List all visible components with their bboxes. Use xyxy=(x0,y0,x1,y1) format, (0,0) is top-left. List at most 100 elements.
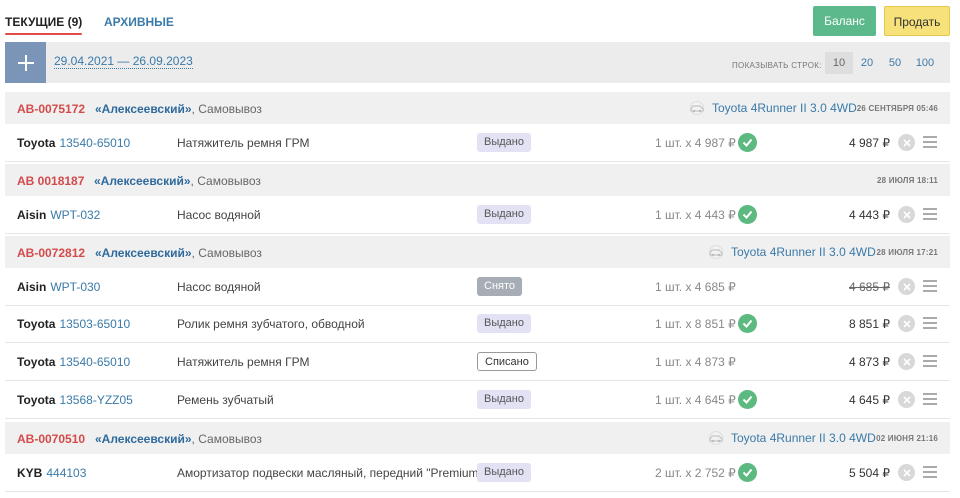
status-badge: Выдано xyxy=(477,463,531,482)
shop-name[interactable]: «Алексеевский» xyxy=(95,246,192,260)
item-quantity-price: 1 шт. x 4 987 ₽ xyxy=(655,136,736,150)
order-shop: «Алексеевский», Самовывоз xyxy=(95,102,262,116)
item-description: Ролик ремня зубчатого, обводной xyxy=(177,317,365,331)
order-shop: «Алексеевский», Самовывоз xyxy=(95,432,262,446)
item-total: 4 987 ₽ xyxy=(849,136,890,150)
item-brand: Toyota 13540-65010 xyxy=(17,355,130,369)
order-id[interactable]: АВ 0018187 xyxy=(17,174,84,188)
filter-bar: 29.04.2021 — 26.09.2023 ПОКАЗЫВАТЬ СТРОК… xyxy=(5,42,950,83)
menu-icon[interactable] xyxy=(923,317,937,329)
delivery-type: , Самовывоз xyxy=(191,246,262,260)
shop-name[interactable]: «Алексеевский» xyxy=(94,174,191,188)
menu-icon[interactable] xyxy=(923,280,937,292)
item-quantity-price: 2 шт. x 2 752 ₽ xyxy=(655,466,736,480)
order-id[interactable]: АВ-0075172 xyxy=(17,102,85,116)
item-description: Насос водяной xyxy=(177,280,261,294)
item-description: Ремень зубчатый xyxy=(177,393,274,407)
car-icon xyxy=(709,431,723,445)
part-number-link[interactable]: 13503-65010 xyxy=(59,317,130,331)
part-number-link[interactable]: WPT-032 xyxy=(50,208,100,222)
item-quantity-price: 1 шт. x 4 443 ₽ xyxy=(655,208,736,222)
item-brand: Toyota 13503-65010 xyxy=(17,317,130,331)
part-number-link[interactable]: WPT-030 xyxy=(50,280,100,294)
vehicle-link[interactable]: Toyota 4Runner II 3.0 4WD xyxy=(688,101,857,115)
order-date: 28 ИЮЛЯ 18:11 xyxy=(876,176,938,185)
menu-icon[interactable] xyxy=(923,466,937,478)
item-brand: Toyota 13568-YZZ05 xyxy=(17,393,133,407)
check-icon xyxy=(738,463,757,482)
part-number-link[interactable]: 13568-YZZ05 xyxy=(59,393,132,407)
order-id[interactable]: АВ-0070510 xyxy=(17,432,85,446)
remove-icon[interactable] xyxy=(898,353,915,370)
check-icon xyxy=(738,390,757,409)
item-brand: Aisin WPT-030 xyxy=(17,280,100,294)
vehicle-link[interactable]: Toyota 4Runner II 3.0 4WD xyxy=(707,431,876,445)
order-item-row: Toyota 13568-YZZ05 Ремень зубчатый Выдано 1 … xyxy=(5,381,950,419)
shop-name[interactable]: «Алексеевский» xyxy=(95,432,192,446)
item-total: 4 873 ₽ xyxy=(849,355,890,369)
brand-name: KYB xyxy=(17,466,43,480)
rows-option-50[interactable]: 50 xyxy=(881,52,909,74)
part-number-link[interactable]: 444103 xyxy=(46,466,86,480)
check-icon xyxy=(738,133,757,152)
remove-icon[interactable] xyxy=(898,391,915,408)
item-brand: Toyota 13540-65010 xyxy=(17,136,130,150)
status-badge: Выдано xyxy=(477,205,531,224)
item-total: 5 504 ₽ xyxy=(849,466,890,480)
date-range-picker[interactable]: 29.04.2021 — 26.09.2023 xyxy=(54,54,193,69)
check-icon xyxy=(738,314,757,333)
brand-name: Aisin xyxy=(17,280,47,294)
remove-icon[interactable] xyxy=(898,315,915,332)
remove-icon[interactable] xyxy=(898,464,915,481)
item-description: Амортизатор подвески масляный, передний … xyxy=(177,466,483,480)
vehicle-link[interactable]: Toyota 4Runner II 3.0 4WD xyxy=(707,245,876,259)
item-description: Натяжитель ремня ГРМ xyxy=(177,355,310,369)
brand-name: Toyota xyxy=(17,393,56,407)
menu-icon[interactable] xyxy=(923,136,937,148)
order-shop: «Алексеевский», Самовывоз xyxy=(94,174,261,188)
order-item-row: Aisin WPT-032 Насос водяной Выдано 1 шт. x 4… xyxy=(5,196,950,234)
item-description: Натяжитель ремня ГРМ xyxy=(177,136,310,150)
shop-name[interactable]: «Алексеевский» xyxy=(95,102,192,116)
status-badge: Снято xyxy=(477,277,523,296)
vehicle-name: Toyota 4Runner II 3.0 4WD xyxy=(731,245,876,259)
car-icon xyxy=(690,101,704,115)
order-id[interactable]: АВ-0072812 xyxy=(17,246,85,260)
item-quantity-price: 1 шт. x 4 645 ₽ xyxy=(655,393,736,407)
status-badge: Выдано xyxy=(477,314,531,333)
item-total: 4 685 ₽ xyxy=(849,280,890,294)
brand-name: Aisin xyxy=(17,208,47,222)
remove-icon[interactable] xyxy=(898,278,915,295)
top-bar: ТЕКУЩИЕ (9) АРХИВНЫЕ Баланс Продать xyxy=(0,0,960,42)
rows-option-10[interactable]: 10 xyxy=(825,52,853,74)
tab-archive[interactable]: АРХИВНЫЕ xyxy=(104,15,174,29)
order-item-row: Toyota 13540-65010 Натяжитель ремня ГРМ Выд… xyxy=(5,124,950,162)
menu-icon[interactable] xyxy=(923,208,937,220)
tab-current[interactable]: ТЕКУЩИЕ (9) xyxy=(5,15,83,35)
sell-button[interactable]: Продать xyxy=(884,6,950,36)
balance-button[interactable]: Баланс xyxy=(813,6,876,36)
delivery-type: , Самовывоз xyxy=(191,102,262,116)
order-date: 28 ИЮЛЯ 17:21 xyxy=(876,248,938,257)
part-number-link[interactable]: 13540-65010 xyxy=(59,355,130,369)
remove-icon[interactable] xyxy=(898,134,915,151)
menu-icon[interactable] xyxy=(923,393,937,405)
part-number-link[interactable]: 13540-65010 xyxy=(59,136,130,150)
status-badge: Списано xyxy=(477,352,537,371)
order-header: АВ-0075172 «Алексеевский», Самовывоз Toyot… xyxy=(5,92,950,124)
add-button[interactable] xyxy=(5,42,46,83)
brand-name: Toyota xyxy=(17,136,56,150)
order-header: АВ 0018187 «Алексеевский», Самовывоз 28 ИЮ… xyxy=(5,164,950,196)
order-item-row: KYB 444103 Амортизатор подвески масляный, … xyxy=(5,454,950,492)
plus-icon xyxy=(17,54,34,71)
vehicle-name: Toyota 4Runner II 3.0 4WD xyxy=(712,101,857,115)
remove-icon[interactable] xyxy=(898,206,915,223)
menu-icon[interactable] xyxy=(923,355,937,367)
rows-option-100[interactable]: 100 xyxy=(911,52,939,74)
order-item-row: Toyota 13540-65010 Натяжитель ремня ГРМ Спи… xyxy=(5,343,950,381)
order-item-row: Aisin WPT-030 Насос водяной Снято 1 шт. x 4 … xyxy=(5,268,950,306)
order-header: АВ-0072812 «Алексеевский», Самовывоз Toyot… xyxy=(5,236,950,268)
order-date: 26 СЕНТЯБРЯ 05:46 xyxy=(856,104,938,113)
item-description: Насос водяной xyxy=(177,208,261,222)
rows-option-20[interactable]: 20 xyxy=(853,52,881,74)
